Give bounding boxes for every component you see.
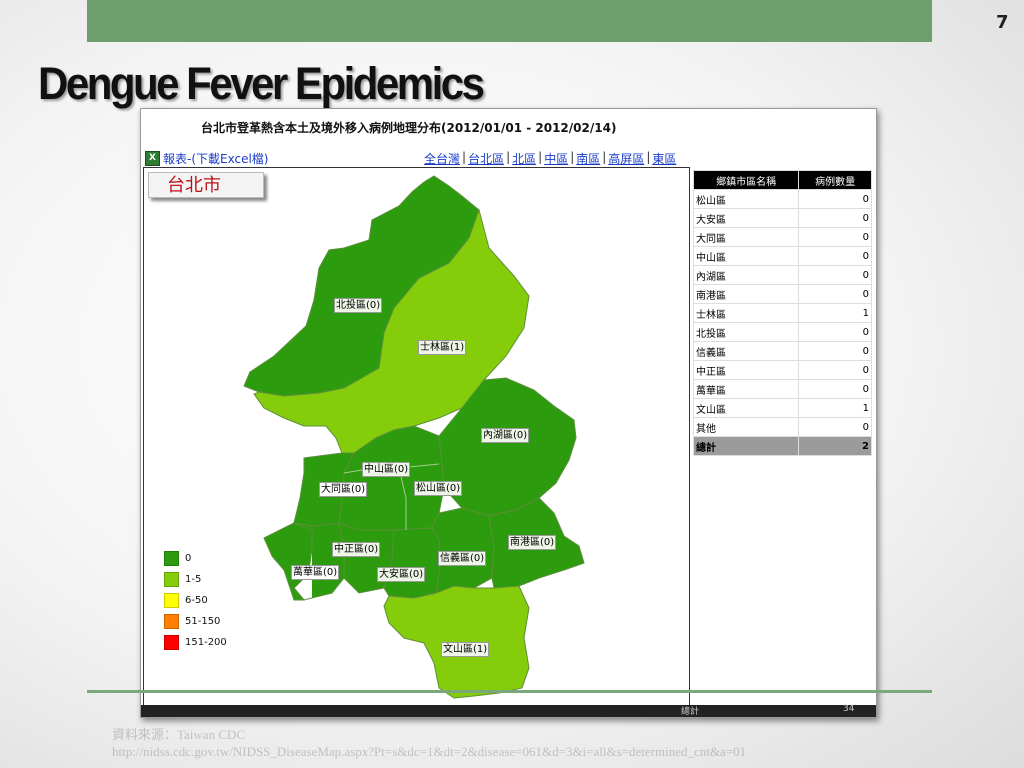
label-datong[interactable]: 大同區(0): [319, 482, 368, 497]
district-name-cell: 文山區: [692, 398, 800, 418]
bottom-accent-line: [87, 690, 932, 693]
table-total-row: 總計 2: [692, 436, 872, 456]
label-shilin[interactable]: 士林區(1): [418, 340, 467, 355]
label-wenshan[interactable]: 文山區(1): [441, 642, 490, 657]
legend-label: 51-150: [185, 616, 221, 627]
case-count-cell: 0: [798, 189, 872, 209]
legend-label: 6-50: [185, 595, 208, 606]
bottom-strip-total-label: 總計: [681, 707, 700, 717]
district-name-cell: 北投區: [692, 322, 800, 342]
region-link-north[interactable]: 北區: [512, 150, 536, 167]
table-row: 其他 0: [692, 417, 872, 437]
label-nangang[interactable]: 南港區(0): [508, 535, 557, 550]
legend-row: 1-5: [164, 569, 227, 590]
region-link-kaoping[interactable]: 高屏區: [608, 150, 644, 167]
case-count-cell: 0: [798, 227, 872, 247]
district-name-cell: 萬華區: [692, 379, 800, 399]
district-name-cell: 士林區: [692, 303, 800, 323]
table-header-district: 鄉鎮市區名稱: [692, 170, 800, 190]
region-link-central[interactable]: 中區: [544, 150, 568, 167]
legend-label: 151-200: [185, 637, 227, 648]
slide-number: 7: [996, 12, 1009, 33]
district-name-cell: 大同區: [692, 227, 800, 247]
region-nav: 全台灣 | 台北區 | 北區 | 中區 | 南區 | 高屏區 | 東區: [424, 150, 677, 167]
label-zhongzheng[interactable]: 中正區(0): [332, 542, 381, 557]
excel-link-label: 報表-(下載Excel檔): [163, 152, 269, 166]
legend-row: 0: [164, 548, 227, 569]
district-name-cell: 中山區: [692, 246, 800, 266]
legend-row: 51-150: [164, 611, 227, 632]
excel-icon: X: [145, 151, 160, 166]
label-daan[interactable]: 大安區(0): [377, 567, 426, 582]
excel-report-link[interactable]: X 報表-(下載Excel檔): [145, 150, 268, 167]
case-count-cell: 0: [798, 417, 872, 437]
label-neihu[interactable]: 內湖區(0): [481, 428, 530, 443]
case-count-cell: 0: [798, 322, 872, 342]
table-row: 信義區 0: [692, 341, 872, 361]
legend-swatch-1: [164, 572, 179, 587]
table-row: 萬華區 0: [692, 379, 872, 399]
case-count-cell: 0: [798, 265, 872, 285]
city-label: 台北市: [148, 172, 264, 198]
legend-swatch-2: [164, 593, 179, 608]
case-count-cell: 0: [798, 379, 872, 399]
region-link-east[interactable]: 東區: [652, 150, 676, 167]
label-xinyi[interactable]: 信義區(0): [438, 551, 487, 566]
case-count-cell: 0: [798, 284, 872, 304]
table-row: 文山區 1: [692, 398, 872, 418]
district-name-cell: 內湖區: [692, 265, 800, 285]
label-songshan[interactable]: 松山區(0): [414, 481, 463, 496]
bottom-strip-total-value: 34: [843, 704, 855, 714]
legend-label: 1-5: [185, 574, 202, 585]
table-row: 中正區 0: [692, 360, 872, 380]
district-name-cell: 南港區: [692, 284, 800, 304]
table-row: 南港區 0: [692, 284, 872, 304]
district-name-cell: 松山區: [692, 189, 800, 209]
legend-row: 6-50: [164, 590, 227, 611]
district-name-cell: 大安區: [692, 208, 800, 228]
table-row: 士林區 1: [692, 303, 872, 323]
case-count-table: 鄉鎮市區名稱 病例數量 松山區 0 大安區 0 大同區 0 中山區 0 內湖區 0 南港區 0 士林區 1…: [692, 170, 872, 456]
case-count-cell: 1: [798, 398, 872, 418]
legend-row: 151-200: [164, 632, 227, 653]
source-url: http://nidss.cdc.gov.tw/NIDSS_DiseaseMap…: [112, 744, 747, 759]
region-link-south[interactable]: 南區: [576, 150, 600, 167]
case-count-cell: 0: [798, 360, 872, 380]
top-accent-bar: [87, 0, 932, 42]
label-zhongshan[interactable]: 中山區(0): [362, 462, 411, 477]
legend-swatch-4: [164, 635, 179, 650]
table-row: 大同區 0: [692, 227, 872, 247]
district-name-cell: 信義區: [692, 341, 800, 361]
embedded-screenshot: 台北市登革熱含本土及境外移入病例地理分布(2012/01/01 - 2012/0…: [140, 108, 877, 718]
legend-swatch-0: [164, 551, 179, 566]
case-count-cell: 0: [798, 341, 872, 361]
map-panel: 台北市 北投區(0) 士林區(1) 內湖區(0) 中山區(0) 大同區(0) 松…: [143, 167, 690, 717]
table-row: 松山區 0: [692, 189, 872, 209]
case-count-cell: 0: [798, 246, 872, 266]
total-value-cell: 2: [798, 436, 872, 456]
clipped-bottom-strip: 總計 34: [141, 704, 876, 717]
table-row: 中山區 0: [692, 246, 872, 266]
district-wanhua-west: [263, 522, 313, 601]
case-count-cell: 0: [798, 208, 872, 228]
source-label: 資料來源：Taiwan CDC: [112, 727, 246, 742]
table-row: 大安區 0: [692, 208, 872, 228]
label-beitou[interactable]: 北投區(0): [334, 298, 383, 313]
legend-label: 0: [185, 553, 192, 564]
slide-title: Dengue Fever Epidemics: [38, 58, 485, 109]
region-link-taipei[interactable]: 台北區: [468, 150, 504, 167]
case-count-cell: 1: [798, 303, 872, 323]
region-link-all[interactable]: 全台灣: [424, 150, 460, 167]
table-header-cases: 病例數量: [798, 170, 872, 190]
map-legend: 0 1-5 6-50 51-150 151-200: [164, 548, 227, 653]
table-row: 北投區 0: [692, 322, 872, 342]
label-wanhua[interactable]: 萬華區(0): [291, 565, 340, 580]
legend-swatch-3: [164, 614, 179, 629]
table-row: 內湖區 0: [692, 265, 872, 285]
map-header: 台北市登革熱含本土及境外移入病例地理分布(2012/01/01 - 2012/0…: [201, 121, 617, 135]
total-label-cell: 總計: [692, 436, 800, 456]
district-name-cell: 其他: [692, 417, 800, 437]
district-name-cell: 中正區: [692, 360, 800, 380]
